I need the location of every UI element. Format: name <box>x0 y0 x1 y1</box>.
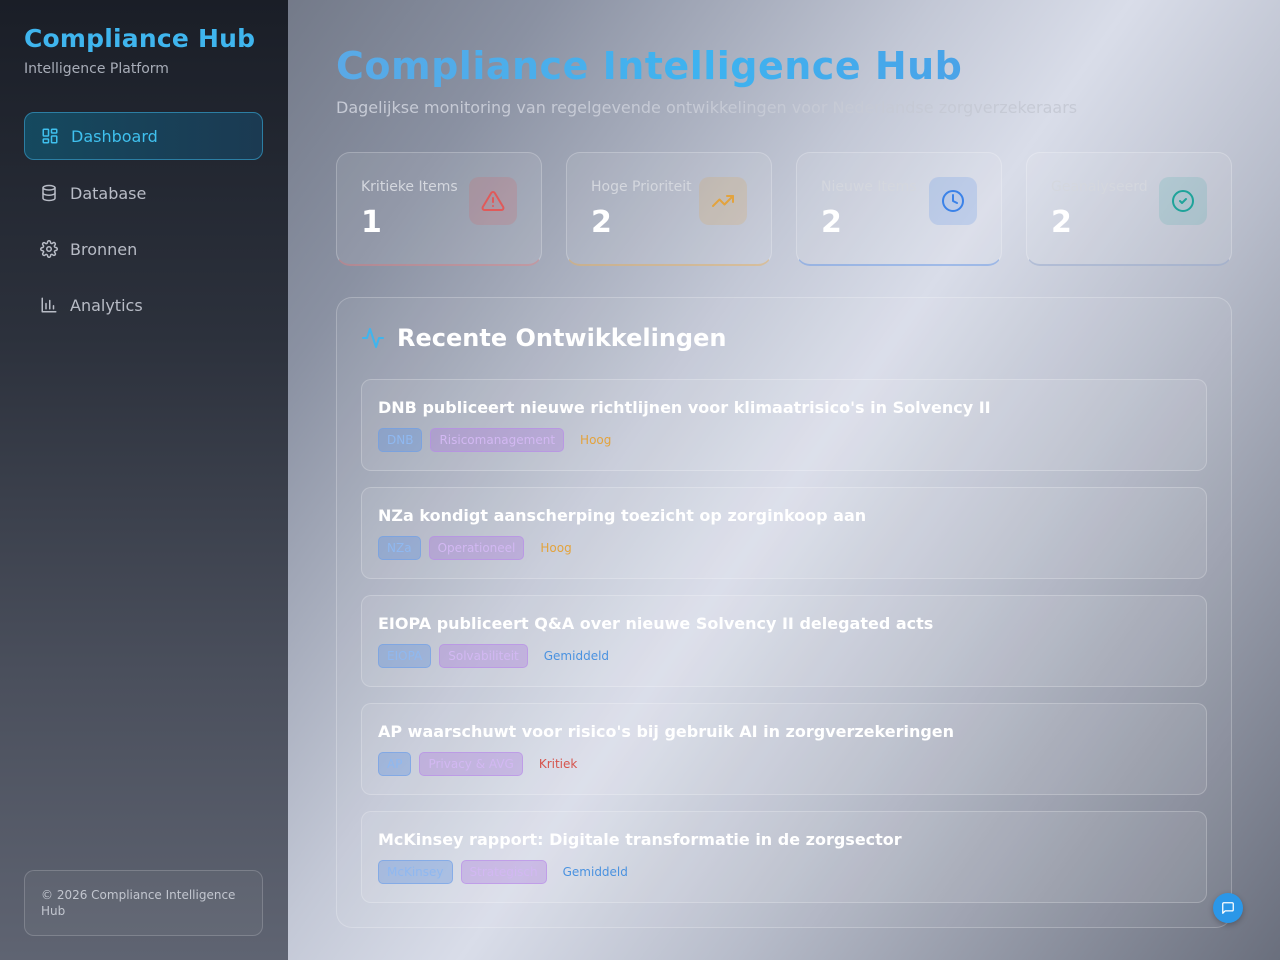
page-title: Compliance Intelligence Hub <box>336 44 963 88</box>
item-title: McKinsey rapport: Digitale transformatie… <box>378 830 902 849</box>
category-badge: Operationeel <box>428 536 525 560</box>
stat-value: 2 <box>591 205 612 240</box>
stat-card-geanalyseerd: Geanalyseerd 2 <box>1026 152 1232 266</box>
source-badge: McKinsey <box>378 860 453 884</box>
sidebar-item-bronnen[interactable]: Bronnen <box>24 225 263 273</box>
list-item[interactable]: AP waarschuwt voor risico's bij gebruik … <box>361 703 1207 795</box>
stat-label: Hoge Prioriteit <box>591 179 692 195</box>
page-subtitle: Dagelijkse monitoring van regelgevende o… <box>336 98 1078 117</box>
source-badge: DNB <box>378 428 423 452</box>
item-tags: AP Privacy & AVG Kritiek <box>378 752 577 776</box>
chat-icon <box>1222 902 1234 914</box>
item-tags: NZa Operationeel Hoog <box>378 536 572 560</box>
stat-card-hoge-prioriteit: Hoge Prioriteit 2 <box>566 152 772 266</box>
sidebar-item-label: Bronnen <box>70 239 138 259</box>
stat-label: Kritieke Items <box>361 179 458 195</box>
list-item[interactable]: DNB publiceert nieuwe richtlijnen voor k… <box>361 379 1207 471</box>
item-tags: McKinsey Strategisch Gemiddeld <box>378 860 628 884</box>
source-badge: EIOPA <box>378 644 432 668</box>
category-badge: Solvabiliteit <box>439 644 528 668</box>
clock-icon <box>929 177 977 225</box>
panel-header: Recente Ontwikkelingen <box>361 324 726 352</box>
list-item[interactable]: McKinsey rapport: Digitale transformatie… <box>361 811 1207 903</box>
stat-value: 2 <box>1051 205 1072 240</box>
source-badge: AP <box>378 752 412 776</box>
stat-label: Nieuwe Items <box>821 179 917 195</box>
item-title: DNB publiceert nieuwe richtlijnen voor k… <box>378 398 991 417</box>
category-badge: Strategisch <box>460 860 547 884</box>
activity-icon <box>362 328 384 348</box>
database-icon <box>42 184 56 202</box>
item-title: EIOPA publiceert Q&A over nieuwe Solvenc… <box>378 614 934 633</box>
alert-triangle-icon <box>469 177 517 225</box>
panel-title: Recente Ontwikkelingen <box>397 324 727 352</box>
category-badge: Privacy & AVG <box>419 752 523 776</box>
list-item[interactable]: NZa kondigt aanscherping toezicht op zor… <box>361 487 1207 579</box>
priority-label: Kritiek <box>538 757 578 771</box>
stat-card-kritieke-items: Kritieke Items 1 <box>336 152 542 266</box>
category-badge: Risicomanagement <box>430 428 565 452</box>
sidebar-item-label: Dashboard <box>71 126 158 146</box>
item-tags: EIOPA Solvabiliteit Gemiddeld <box>378 644 609 668</box>
trending-up-icon <box>699 177 747 225</box>
gear-icon <box>40 240 58 258</box>
stat-label: Geanalyseerd <box>1051 179 1148 195</box>
priority-label: Gemiddeld <box>543 649 610 663</box>
sidebar-item-analytics[interactable]: Analytics <box>24 281 263 329</box>
item-title: AP waarschuwt voor risico's bij gebruik … <box>378 722 955 741</box>
dashboard-icon <box>42 128 58 144</box>
chat-button[interactable] <box>1213 893 1243 923</box>
sidebar-item-label: Database <box>70 183 147 203</box>
priority-label: Gemiddeld <box>562 865 628 879</box>
sidebar-item-label: Analytics <box>70 295 143 315</box>
stat-value: 2 <box>821 205 842 240</box>
check-circle-icon <box>1159 177 1207 225</box>
priority-label: Hoog <box>540 541 572 555</box>
sidebar: Compliance Hub Intelligence Platform Das… <box>0 0 288 960</box>
brand-subtitle: Intelligence Platform <box>24 61 169 77</box>
stat-card-nieuwe-items: Nieuwe Items 2 <box>796 152 1002 266</box>
sidebar-item-database[interactable]: Database <box>24 169 263 217</box>
source-badge: NZa <box>378 536 421 560</box>
item-title: NZa kondigt aanscherping toezicht op zor… <box>378 506 867 525</box>
item-tags: DNB Risicomanagement Hoog <box>378 428 611 452</box>
brand-title: Compliance Hub <box>24 24 256 53</box>
list-item[interactable]: EIOPA publiceert Q&A over nieuwe Solvenc… <box>361 595 1207 687</box>
bar-chart-icon <box>41 297 57 313</box>
stat-value: 1 <box>361 205 382 240</box>
sidebar-item-dashboard[interactable]: Dashboard <box>24 112 263 160</box>
recent-developments-panel: Recente Ontwikkelingen DNB publiceert ni… <box>336 297 1232 928</box>
priority-label: Hoog <box>580 433 612 447</box>
sidebar-footer: © 2026 Compliance Intelligence Hub <box>24 870 263 936</box>
